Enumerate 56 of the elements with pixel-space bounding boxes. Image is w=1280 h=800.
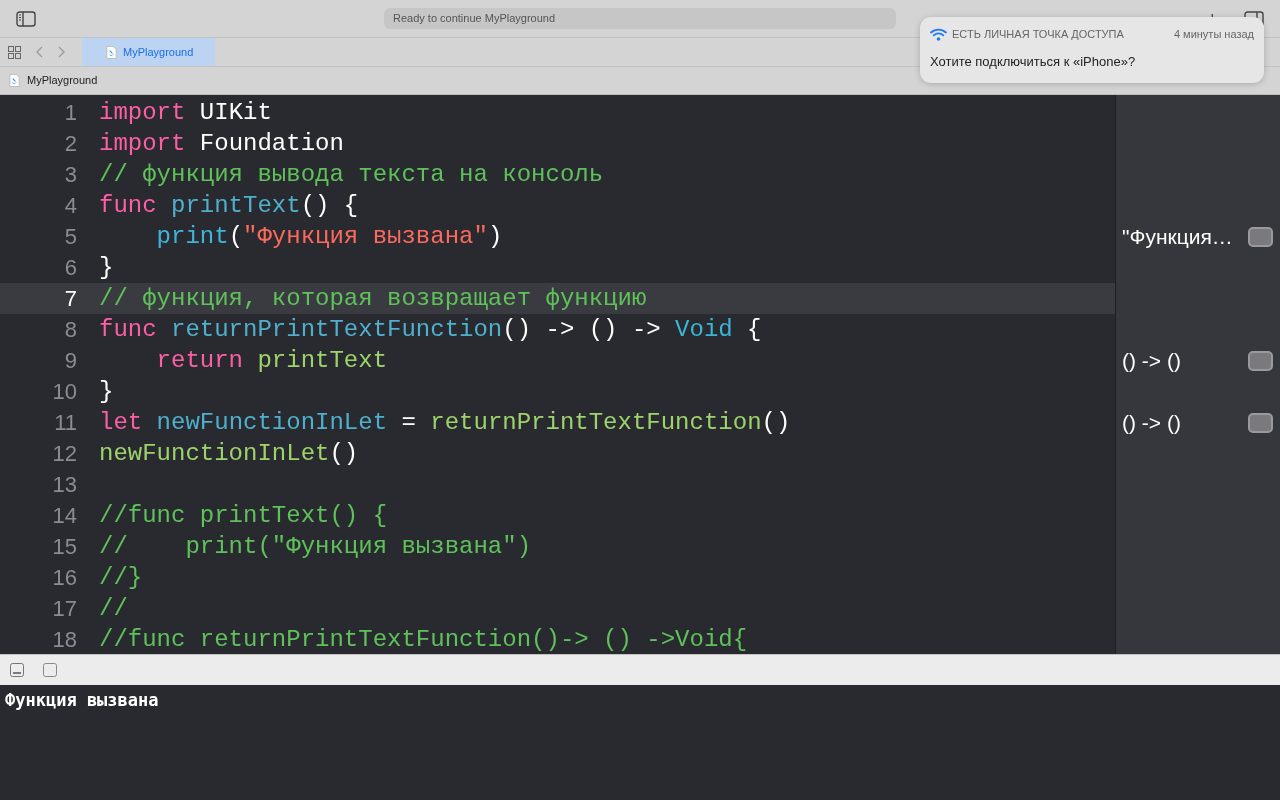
line-number: 15: [51, 533, 77, 561]
line-number: 12: [51, 440, 77, 468]
wifi-icon: [930, 27, 947, 41]
result-value: () -> (): [1122, 347, 1181, 374]
tab-label: MyPlayground: [123, 44, 194, 60]
line-number: 13: [51, 471, 77, 499]
line-number: 14: [51, 502, 77, 530]
line-number: 18: [51, 626, 77, 654]
quick-look-toggle[interactable]: [1248, 350, 1273, 371]
code-text: newFunctionInLet(): [99, 439, 359, 469]
code-text: // print("Функция вызвана"): [99, 532, 532, 562]
jump-bar-item[interactable]: MyPlayground: [27, 72, 98, 89]
code-text: func returnPrintTextFunction() -> () -> Void {: [99, 315, 762, 345]
notification-banner[interactable]: ЕСТЬ ЛИЧНАЯ ТОЧКА ДОСТУПА 4 минуты назад Хотите подключиться к «iPhone»?: [920, 17, 1264, 83]
line-number: 8: [63, 316, 77, 344]
console-output: Функция вызвана: [5, 690, 159, 710]
code-text: func printText() {: [99, 191, 359, 221]
grid-icon[interactable]: [8, 45, 21, 59]
line-number: 6: [63, 254, 77, 282]
quick-look-toggle[interactable]: [1248, 412, 1273, 433]
line-number: 7: [63, 285, 77, 313]
swift-file-icon: [8, 74, 21, 87]
notification-title: ЕСТЬ ЛИЧНАЯ ТОЧКА ДОСТУПА: [952, 27, 1124, 42]
status-text: Ready to continue MyPlayground: [393, 11, 556, 27]
code-text: // функция, которая возвращает функцию: [99, 284, 647, 314]
line-number: 4: [63, 192, 77, 220]
line-number: 1: [63, 99, 77, 127]
line-number: 16: [51, 564, 77, 592]
line-number: 3: [63, 161, 77, 189]
checkbox-icon[interactable]: [43, 663, 57, 677]
code-text: //}: [99, 563, 143, 593]
code-text: //func printText() {: [99, 501, 388, 531]
notification-message: Хотите подключиться к «iPhone»?: [930, 52, 1137, 71]
code-text: import Foundation: [99, 129, 344, 159]
code-text: // функция вывода текста на консоль: [99, 160, 604, 190]
sidebar-toggle-icon[interactable]: [16, 10, 36, 27]
code-text: import UIKit: [99, 98, 272, 128]
console-toggle-icon[interactable]: [10, 663, 24, 677]
result-value: () -> (): [1122, 409, 1181, 436]
code-text: return printText: [155, 346, 388, 376]
line-number: 2: [63, 130, 77, 158]
code-text: print("Функция вызвана"): [155, 222, 503, 252]
code-text: //: [99, 594, 128, 624]
quick-look-toggle[interactable]: [1248, 226, 1273, 247]
notification-time: 4 минуты назад: [1173, 27, 1254, 42]
line-number: 9: [63, 347, 77, 375]
code-text: }: [99, 377, 114, 407]
result-value: "Функция…: [1122, 223, 1233, 250]
code-text: }: [99, 253, 114, 283]
line-number: 10: [51, 378, 77, 406]
code-text: let newFunctionInLet = returnPrintTextFunction(): [99, 408, 791, 438]
swift-file-icon: [105, 45, 118, 59]
line-number: 5: [63, 223, 77, 251]
line-number: 17: [51, 595, 77, 623]
line-number: 11: [53, 409, 77, 437]
code-text: //func returnPrintTextFunction()-> () ->Void{: [99, 625, 748, 655]
